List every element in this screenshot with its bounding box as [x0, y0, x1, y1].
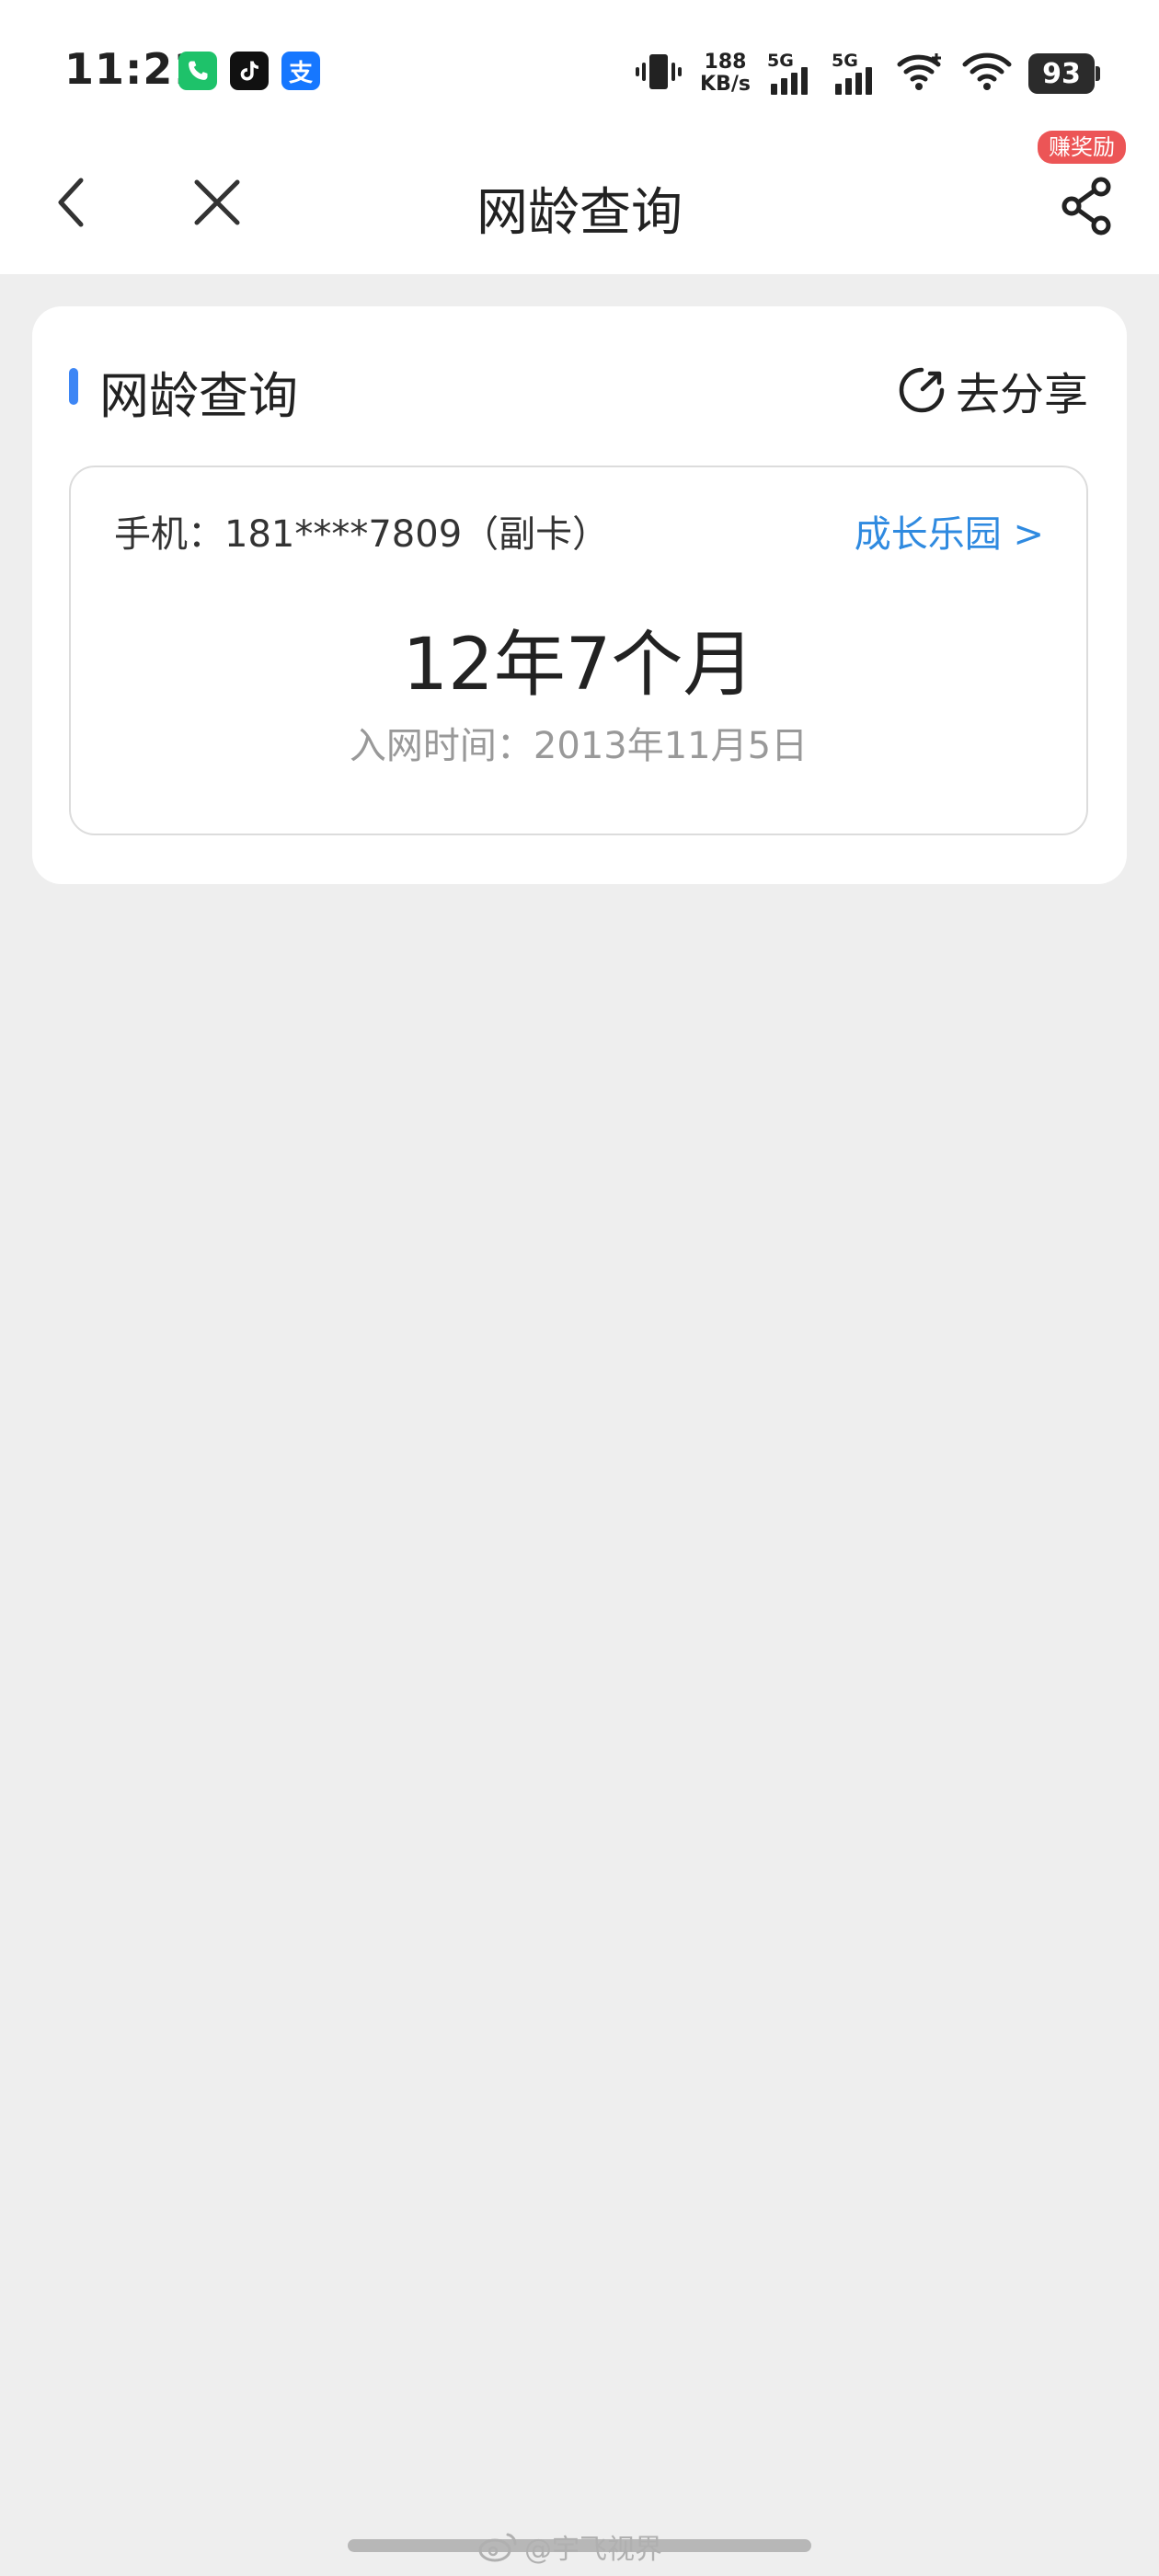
nav-bar: 网龄查询	[0, 138, 1159, 274]
status-bar: 11:21 支 188 KB/s 5G 5G 93	[0, 0, 1159, 138]
section-title: 网龄查询	[99, 367, 298, 425]
alipay-icon: 支	[281, 52, 320, 90]
share-button[interactable]	[1050, 169, 1124, 243]
status-indicators: 188 KB/s 5G 5G 93	[634, 46, 1100, 101]
page-title: 网龄查询	[476, 183, 683, 243]
net-speed-value: 188	[704, 51, 747, 74]
section-accent-bar	[69, 368, 78, 405]
vibrate-icon	[634, 51, 683, 97]
go-share-label: 去分享	[955, 369, 1088, 420]
phone-number-label: 手机：181****7809（副卡）	[114, 513, 610, 556]
network-age-card: 网龄查询 去分享 手机：181****7809（副卡） 成长乐园 > 12年7个…	[32, 306, 1127, 884]
network-age-detail-box: 手机：181****7809（副卡） 成长乐园 > 12年7个月 入网时间：20…	[69, 466, 1088, 835]
sim2-signal-icon: 5G	[832, 51, 879, 97]
watermark-text: @宇飞视界	[524, 2534, 662, 2566]
join-date-label: 入网时间：2013年11月5日	[349, 725, 809, 767]
wifi-calling-icon	[896, 52, 946, 96]
sim1-signal-icon: 5G	[767, 51, 815, 97]
sim1-network-tag: 5G	[767, 51, 794, 71]
tiktok-icon	[230, 52, 269, 90]
weibo-logo-icon	[478, 2533, 517, 2562]
reward-badge[interactable]: 赚奖励	[1038, 131, 1126, 164]
net-speed: 188 KB/s	[700, 52, 751, 96]
network-age-value: 12年7个月	[402, 624, 755, 707]
wifi-icon	[962, 52, 1012, 96]
refresh-share-icon	[899, 367, 945, 413]
watermark: @宇飞视界	[478, 2526, 662, 2567]
call-app-icon	[178, 52, 217, 90]
go-share-button[interactable]: 去分享	[897, 358, 1088, 422]
share-icon	[1061, 177, 1111, 236]
battery-icon: 93	[1028, 53, 1100, 94]
net-speed-unit: KB/s	[700, 73, 751, 96]
sim2-network-tag: 5G	[832, 51, 858, 71]
growth-park-link[interactable]: 成长乐园 >	[855, 504, 1044, 558]
